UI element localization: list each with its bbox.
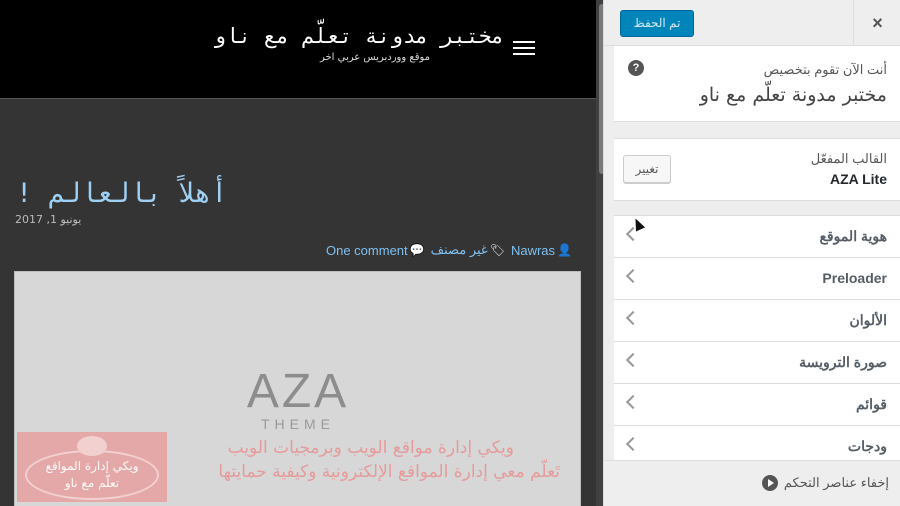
active-theme-section: القالب المفعّل AZA Lite تغيير bbox=[614, 138, 900, 201]
watermark-badge: ويكي إدارة المواقع تعلّم مع ناو bbox=[17, 432, 167, 502]
chevron-left-icon bbox=[625, 268, 641, 284]
active-theme-label: القالب المفعّل bbox=[810, 151, 887, 166]
play-circle-icon bbox=[761, 475, 778, 491]
chevron-left-icon bbox=[625, 394, 641, 410]
site-header: مختبر مدونة تعلّم مع ناو موقع ووردبريس ع… bbox=[0, 0, 596, 99]
featured-image[interactable]: AZA THEME ويكي إدارة المواقع تعلّم مع نا… bbox=[14, 271, 581, 506]
watermark-line-1: ويكي إدارة مواقع الويب وبرمجيات الويب bbox=[227, 438, 514, 458]
section-label: صورة الترويسة bbox=[799, 354, 887, 370]
site-preview: مختبر مدونة تعلّم مع ناو موقع ووردبريس ع… bbox=[0, 0, 596, 506]
section-label: قوائم bbox=[855, 396, 887, 412]
site-title[interactable]: مختبر مدونة تعلّم مع ناو bbox=[213, 24, 504, 48]
category-label: غير مصنف bbox=[430, 242, 488, 257]
panel-footer: إخفاء عناصر التحكم bbox=[604, 460, 900, 506]
site-tagline: موقع ووردبريس عربي اخر bbox=[319, 52, 430, 63]
section-label: الألوان bbox=[849, 312, 887, 328]
customize-info: ? أنت الآن تقوم بتخصيص مختبر مدونة تعلّم… bbox=[614, 46, 900, 122]
section-header-image[interactable]: صورة الترويسة bbox=[614, 341, 900, 383]
menu-icon[interactable] bbox=[513, 41, 535, 57]
user-icon: 👤 bbox=[557, 243, 572, 257]
watermark-line-2: تَعلّم معي إدارة المواقع الإلكترونية وكي… bbox=[218, 462, 560, 482]
tags-icon: 🏷 bbox=[489, 243, 505, 257]
save-button[interactable]: تم الحفظ bbox=[620, 10, 694, 37]
section-site-identity[interactable]: هوية الموقع bbox=[614, 215, 900, 257]
logo-subtext: THEME bbox=[261, 416, 335, 432]
info-site-title: مختبر مدونة تعلّم مع ناو bbox=[699, 84, 887, 106]
close-icon[interactable]: × bbox=[853, 0, 900, 46]
watermark-badge-text: ويكي إدارة المواقع تعلّم مع ناو bbox=[45, 459, 139, 490]
logo-text: AZA bbox=[246, 365, 350, 418]
section-menus[interactable]: قوائم bbox=[614, 383, 900, 425]
customizer-panel: تم الحفظ × ? أنت الآن تقوم بتخصيص مختبر … bbox=[603, 0, 900, 506]
post-title[interactable]: أهلاً بالعالم ! bbox=[16, 178, 227, 209]
chevron-left-icon bbox=[625, 352, 641, 368]
author-label: Nawras bbox=[510, 242, 556, 258]
comment-icon: 💬 bbox=[409, 243, 425, 257]
post-meta: One comment 💬 غير مصنف 🏷 Nawras 👤 bbox=[326, 242, 572, 258]
panel-header: تم الحفظ × bbox=[604, 0, 900, 46]
section-preloader[interactable]: Preloader bbox=[614, 257, 900, 299]
collapse-label: إخفاء عناصر التحكم bbox=[783, 475, 889, 490]
collapse-controls-button[interactable]: إخفاء عناصر التحكم bbox=[761, 475, 889, 491]
customizer-sections: هوية الموقع Preloader الألوان صورة الترو… bbox=[614, 215, 900, 467]
section-label: ودجات bbox=[847, 438, 887, 454]
help-icon[interactable]: ? bbox=[628, 60, 644, 76]
post-date: يونيو 1, 2017 bbox=[15, 213, 82, 226]
active-theme-name: AZA Lite bbox=[829, 171, 887, 187]
change-theme-button[interactable]: تغيير bbox=[623, 155, 671, 183]
comments-link[interactable]: One comment 💬 bbox=[326, 243, 425, 258]
section-label: Preloader bbox=[822, 270, 887, 286]
section-label: هوية الموقع bbox=[819, 228, 887, 244]
chevron-left-icon bbox=[625, 310, 641, 326]
category-link[interactable]: غير مصنف 🏷 bbox=[431, 242, 505, 258]
aza-theme-logo: AZA THEME bbox=[243, 365, 353, 433]
section-colors[interactable]: الألوان bbox=[614, 299, 900, 341]
info-action-text: أنت الآن تقوم بتخصيص bbox=[763, 62, 887, 77]
comments-label: One comment bbox=[326, 242, 408, 258]
chevron-left-icon bbox=[625, 436, 641, 452]
author-link[interactable]: Nawras 👤 bbox=[511, 243, 572, 258]
